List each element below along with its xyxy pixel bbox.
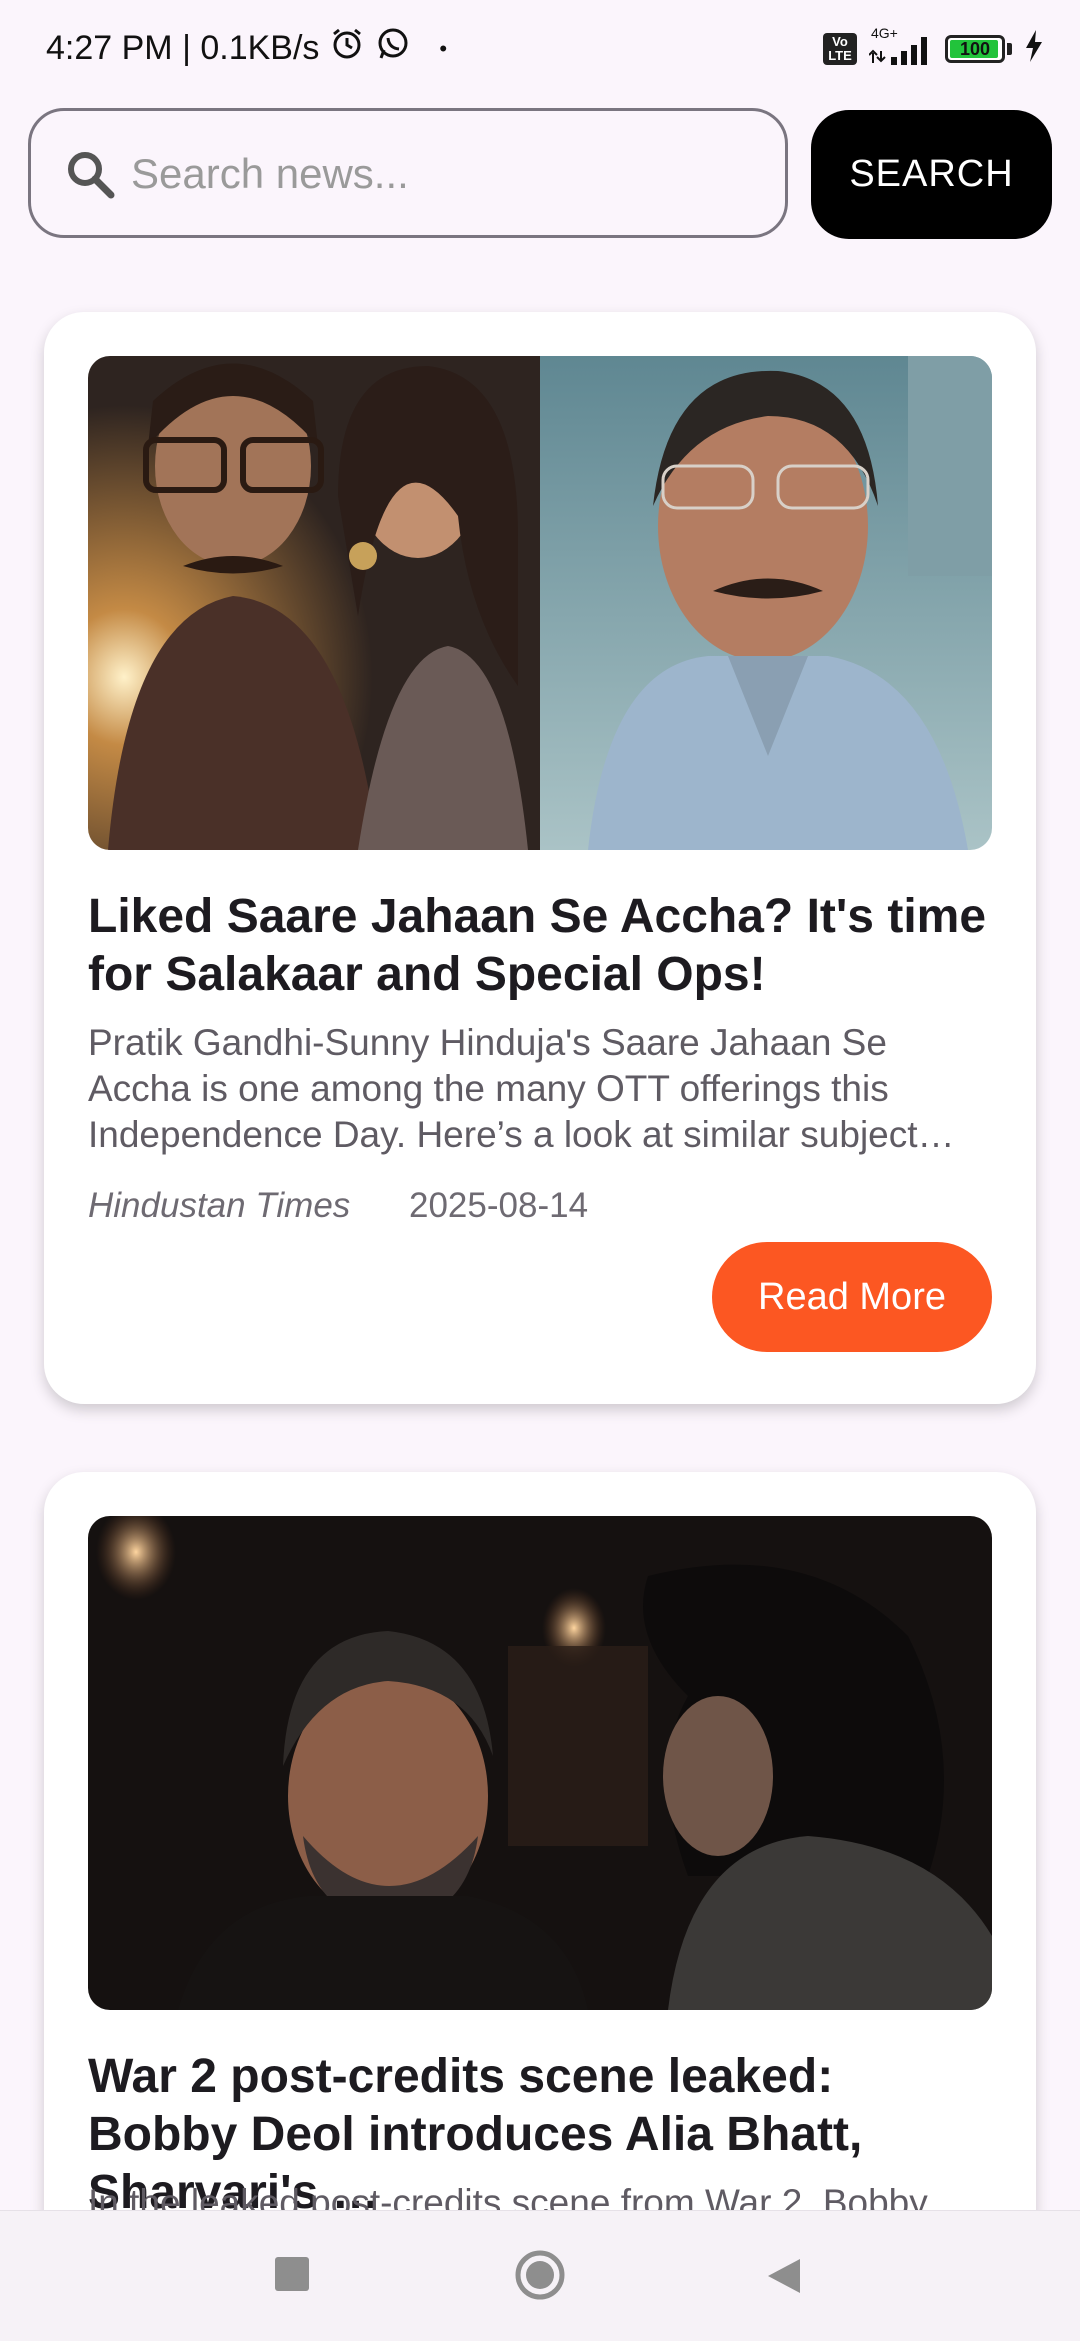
article-source: Hindustan Times xyxy=(88,1186,351,1225)
news-card: Liked Saare Jahaan Se Accha? It's time f… xyxy=(44,312,1036,1404)
alarm-icon xyxy=(329,26,365,71)
article-date: 2025-08-14 xyxy=(409,1186,589,1225)
status-dot: • xyxy=(439,35,448,61)
signal-icon: 4G+ xyxy=(869,25,933,67)
article-title[interactable]: Liked Saare Jahaan Se Accha? It's time f… xyxy=(88,888,992,1004)
article-description: Pratik Gandhi-Sunny Hinduja's Saare Jaha… xyxy=(88,1022,955,1155)
navigation-bar xyxy=(0,2210,1080,2341)
square-recents-icon[interactable] xyxy=(275,2257,309,2296)
battery-tip xyxy=(1007,42,1012,55)
volte-badge: Vo LTE xyxy=(823,32,857,65)
whatsapp-icon xyxy=(375,26,411,71)
article-image[interactable] xyxy=(88,1516,992,2010)
triangle-back-icon[interactable] xyxy=(766,2257,802,2300)
battery-icon: 100 xyxy=(945,34,1005,63)
article-image[interactable] xyxy=(88,356,992,850)
charging-icon xyxy=(1024,30,1044,67)
read-more-button[interactable]: Read More xyxy=(712,1242,992,1352)
news-card: War 2 post-credits scene leaked: Bobby D… xyxy=(44,1472,1036,2210)
news-feed[interactable]: Liked Saare Jahaan Se Accha? It's time f… xyxy=(0,0,1080,2210)
battery-level: 100 xyxy=(959,38,991,59)
search-input[interactable] xyxy=(129,111,753,237)
status-bar: 4:27 PM | 0.1KB/s • Vo LTE 4G+ 100 xyxy=(0,0,1080,100)
search-field[interactable] xyxy=(28,108,788,238)
article-description: In the leaked post-credits scene from Wa… xyxy=(88,2182,928,2210)
search-icon xyxy=(65,149,115,204)
circle-home-icon[interactable] xyxy=(514,2249,566,2306)
search-button[interactable]: SEARCH xyxy=(811,110,1052,239)
status-time-speed: 4:27 PM | 0.1KB/s xyxy=(46,29,320,67)
